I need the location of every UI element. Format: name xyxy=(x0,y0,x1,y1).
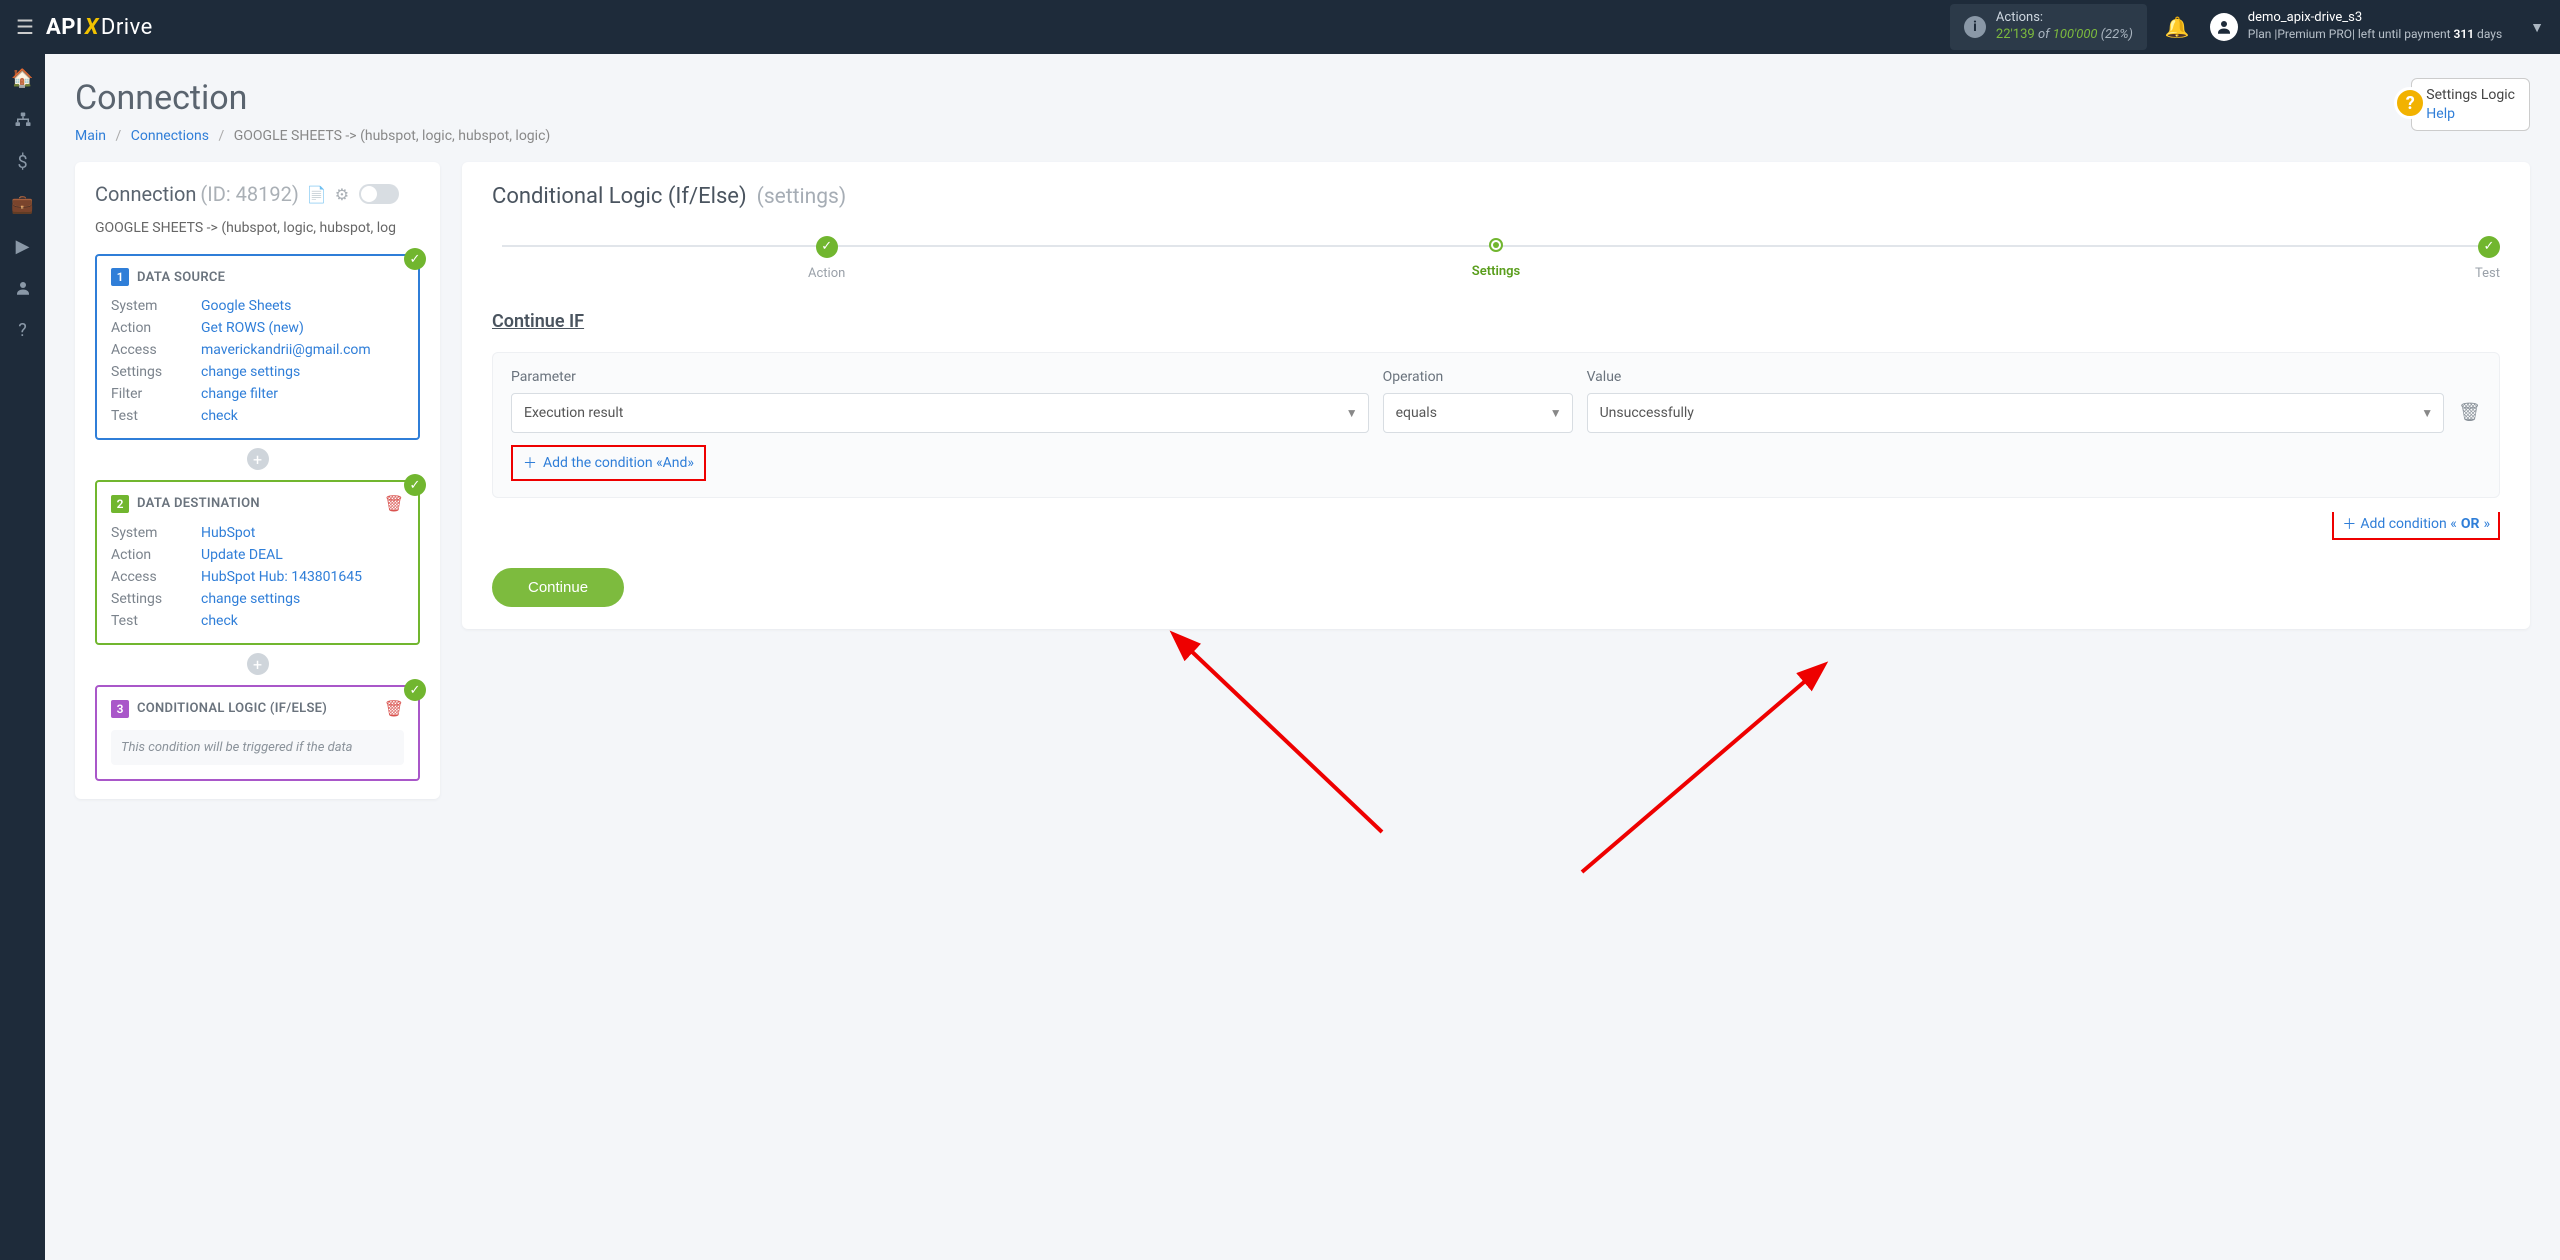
trash-icon[interactable]: 🗑 xyxy=(2458,402,2481,433)
add-block-button[interactable]: + xyxy=(247,653,269,675)
select-operation[interactable]: equals▼ xyxy=(1383,393,1573,433)
chevron-down-icon: ▼ xyxy=(2530,19,2544,36)
trash-icon[interactable]: 🗑 xyxy=(384,494,404,513)
home-icon[interactable]: 🏠 xyxy=(11,66,35,90)
toggle-switch[interactable] xyxy=(359,184,399,204)
panel-subtitle: (settings) xyxy=(757,185,847,209)
step-done-icon: ✓ xyxy=(816,236,838,258)
avatar-icon xyxy=(2210,13,2238,41)
add-and-button[interactable]: ＋ Add the condition «And» xyxy=(511,445,706,481)
logo[interactable]: APIXDrive xyxy=(46,15,153,40)
help-link[interactable]: Help xyxy=(2426,106,2455,122)
briefcase-icon[interactable]: 💼 xyxy=(11,192,35,216)
logo-x: X xyxy=(85,15,99,40)
breadcrumb: Main / Connections / GOOGLE SHEETS -> (h… xyxy=(75,128,550,144)
block1-rows: SystemGoogle Sheets ActionGet ROWS (new)… xyxy=(111,298,404,424)
block-data-destination: ✓ 2 DATA DESTINATION 🗑 SystemHubSpot Act… xyxy=(95,480,420,645)
youtube-icon[interactable]: ▶ xyxy=(11,234,35,258)
annotation-arrow xyxy=(1282,482,1842,882)
user-icon[interactable] xyxy=(11,276,35,300)
step-settings[interactable]: Settings xyxy=(1161,237,1830,279)
block-number: 3 xyxy=(111,700,129,718)
block-number: 1 xyxy=(111,268,129,286)
connection-panel: Connection (ID: 48192) 📄 ⚙ GOOGLE SHEETS… xyxy=(75,162,440,799)
dollar-icon[interactable]: $ xyxy=(11,150,35,174)
bc-connections[interactable]: Connections xyxy=(131,128,209,144)
condition-group: Parameter Execution result▼ Operation eq… xyxy=(492,352,2500,498)
info-icon: i xyxy=(1964,16,1986,38)
label-operation: Operation xyxy=(1383,369,1573,385)
gear-icon[interactable]: ⚙ xyxy=(335,185,349,204)
bell-icon[interactable]: 🔔 xyxy=(2165,15,2190,39)
step-test[interactable]: ✓ Test xyxy=(1831,235,2500,281)
actions-used: 22'139 xyxy=(1996,27,2035,42)
help-box: ? Settings Logic Help xyxy=(2411,78,2530,131)
add-or-button[interactable]: ＋ Add condition «OR» xyxy=(2332,512,2500,540)
stepper: ✓ Action Settings ✓ Test xyxy=(492,235,2500,281)
bc-main[interactable]: Main xyxy=(75,128,106,144)
block-number: 2 xyxy=(111,495,129,513)
step-action[interactable]: ✓ Action xyxy=(492,235,1161,281)
page-title: Connection xyxy=(75,78,550,118)
add-block-button[interactable]: + xyxy=(247,448,269,470)
block-conditional-logic: ✓ 3 CONDITIONAL LOGIC (IF/ELSE) 🗑 This c… xyxy=(95,685,420,781)
actions-pct: (22%) xyxy=(2101,27,2133,42)
check-icon: ✓ xyxy=(404,248,426,270)
label-parameter: Parameter xyxy=(511,369,1369,385)
continue-button[interactable]: Continue xyxy=(492,568,624,607)
panel-title: Conditional Logic (If/Else) xyxy=(492,184,747,209)
block-note: This condition will be triggered if the … xyxy=(111,730,404,765)
block2-rows: SystemHubSpot ActionUpdate DEAL AccessHu… xyxy=(111,525,404,629)
sidebar: 🏠 $ 💼 ▶ ? xyxy=(0,54,45,1260)
conn-id: (ID: 48192) xyxy=(200,182,298,206)
sitemap-icon[interactable] xyxy=(11,108,35,132)
question-icon: ? xyxy=(2394,87,2426,119)
actions-label: Actions: xyxy=(1996,10,2043,25)
plan-info: Plan |Premium PRO| left until payment 31… xyxy=(2248,27,2502,41)
logo-api: API xyxy=(46,15,83,40)
block-title: CONDITIONAL LOGIC (IF/ELSE) xyxy=(137,701,327,716)
help-icon[interactable]: ? xyxy=(11,318,35,342)
bc-current: GOOGLE SHEETS -> (hubspot, logic, hubspo… xyxy=(234,128,551,144)
step-current-icon xyxy=(1489,238,1503,252)
chevron-down-icon: ▼ xyxy=(2421,406,2433,420)
actions-of: of xyxy=(2038,27,2050,42)
top-bar: ☰ APIXDrive i Actions: 22'139 of 100'000… xyxy=(0,0,2560,54)
actions-counter[interactable]: i Actions: 22'139 of 100'000 (22%) xyxy=(1950,4,2147,50)
select-parameter[interactable]: Execution result▼ xyxy=(511,393,1369,433)
select-value[interactable]: Unsuccessfully▼ xyxy=(1587,393,2445,433)
label-value: Value xyxy=(1587,369,2445,385)
conn-subtitle: GOOGLE SHEETS -> (hubspot, logic, hubspo… xyxy=(95,220,420,236)
hamburger-icon[interactable]: ☰ xyxy=(16,15,34,39)
block-data-source: ✓ 1 DATA SOURCE SystemGoogle Sheets Acti… xyxy=(95,254,420,440)
username: demo_apix-drive_s3 xyxy=(2248,10,2362,25)
step-done-icon: ✓ xyxy=(2478,236,2500,258)
plus-icon: ＋ xyxy=(523,453,537,473)
trash-icon[interactable]: 🗑 xyxy=(384,699,404,718)
block-title: DATA SOURCE xyxy=(137,270,225,285)
check-icon: ✓ xyxy=(404,474,426,496)
plus-icon: ＋ xyxy=(2342,514,2356,534)
document-icon[interactable]: 📄 xyxy=(307,185,327,204)
actions-total: 100'000 xyxy=(2053,27,2098,42)
section-title: Continue IF xyxy=(492,311,2500,332)
help-title: Settings Logic xyxy=(2426,87,2515,103)
settings-panel: Conditional Logic (If/Else) (settings) ✓… xyxy=(462,162,2530,629)
chevron-down-icon: ▼ xyxy=(1346,406,1358,420)
conn-title: Connection xyxy=(95,182,196,206)
user-menu[interactable]: demo_apix-drive_s3 Plan |Premium PRO| le… xyxy=(2210,10,2544,44)
check-icon: ✓ xyxy=(404,679,426,701)
block-title: DATA DESTINATION xyxy=(137,496,260,511)
logo-drive: Drive xyxy=(101,15,153,40)
chevron-down-icon: ▼ xyxy=(1550,406,1562,420)
